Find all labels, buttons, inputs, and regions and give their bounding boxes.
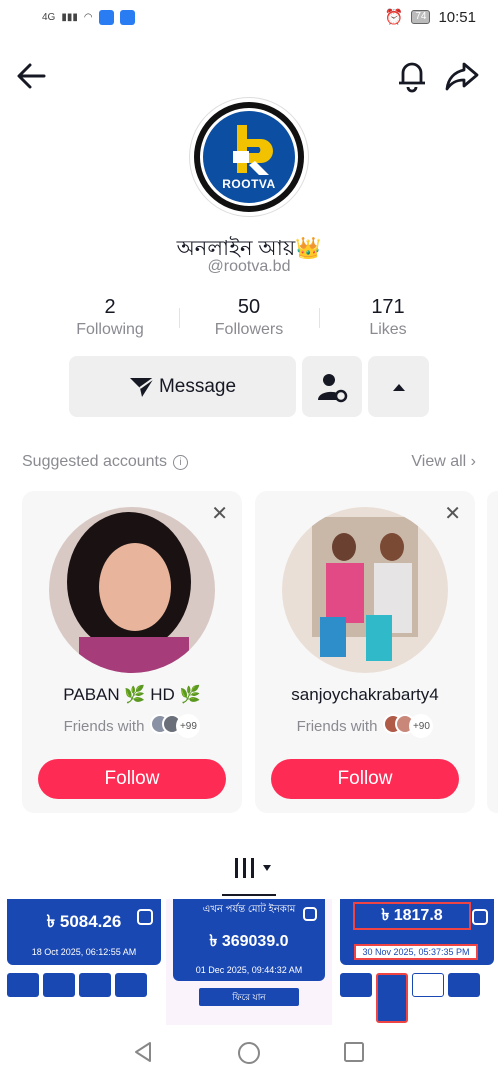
status-left: 4G ▮▮▮ ◠ <box>42 10 135 25</box>
nav-recents-icon[interactable] <box>344 1042 364 1062</box>
app-notification-icon <box>98 10 114 25</box>
dismiss-icon[interactable]: ✕ <box>211 501 228 526</box>
status-right: ⏰ 74 10:51 <box>384 8 476 27</box>
menu-tile <box>7 973 39 997</box>
balance-date: 18 Oct 2025, 06:12:55 AM <box>31 947 137 957</box>
total-income-date: 01 Dec 2025, 09:44:32 AM <box>195 965 303 975</box>
copy-icon <box>472 909 488 925</box>
logo-mark-icon <box>233 125 273 175</box>
balance-panel: ৳ 5084.26 18 Oct 2025, 06:12:55 AM <box>7 899 161 965</box>
message-button[interactable]: Message <box>69 356 296 417</box>
network-label: 4G <box>42 12 56 23</box>
suggested-name: sanjoychakrabarty4 <box>291 685 439 704</box>
app-notification-icon-2 <box>119 10 135 25</box>
mutual-avatars: +90 <box>383 714 434 738</box>
alarm-icon: ⏰ <box>384 9 404 26</box>
menu-tile <box>115 973 147 997</box>
suggested-card-partial[interactable] <box>487 491 498 813</box>
video-thumbnail[interactable]: ৳ 1817.8 30 Nov 2025, 05:37:35 PM <box>334 899 498 1025</box>
stat-value: 2 <box>104 296 116 318</box>
copy-icon <box>303 907 317 921</box>
menu-tiles <box>340 973 480 1023</box>
stat-value: 50 <box>237 296 261 318</box>
clock: 10:51 <box>438 8 476 26</box>
video-thumbnail[interactable]: ৳ 5084.26 18 Oct 2025, 06:12:55 AM <box>0 899 164 1025</box>
friends-with-label: Friends with <box>63 717 145 735</box>
chevron-right-icon: › <box>470 453 476 470</box>
mutual-count: +90 <box>409 714 434 738</box>
stat-likes[interactable]: 171 Likes <box>318 296 458 339</box>
menu-tile <box>79 973 111 997</box>
suggested-card[interactable]: ✕ sanjoychakrabarty4 Friends with +90 Fo… <box>255 491 475 813</box>
suggested-avatar[interactable] <box>49 507 215 673</box>
menu-tiles <box>7 973 147 997</box>
back-button: ফিরে যান <box>199 988 299 1006</box>
friends-with-label: Friends with <box>296 717 378 735</box>
send-icon <box>129 376 155 397</box>
message-label: Message <box>158 375 237 397</box>
profile-avatar[interactable]: ROOTVA <box>190 98 308 216</box>
logo-text: ROOTVA <box>222 177 276 191</box>
stat-label: Followers <box>214 321 284 338</box>
follow-button[interactable]: Follow <box>271 759 459 799</box>
stat-label: Likes <box>369 321 407 338</box>
back-arrow-icon[interactable] <box>14 58 50 94</box>
mutual-friends: Friends with +90 <box>255 714 475 738</box>
suggested-name: PABAN 🌿 HD 🌿 <box>63 685 201 704</box>
total-income-panel: এখন পর্যন্ত মোট ইনকাম ৳ 369039.0 01 Dec … <box>173 899 325 981</box>
grid-filter-icon <box>235 858 254 878</box>
share-icon[interactable] <box>444 58 480 94</box>
battery-indicator: 74 <box>411 10 431 24</box>
suggested-avatar[interactable] <box>282 507 448 673</box>
mutual-friends: Friends with +99 <box>22 714 242 738</box>
signal-icon: ▮▮▮ <box>61 12 78 23</box>
suggested-accounts-title: Suggested accounts i <box>22 453 188 471</box>
profile-handle: @rootva.bd <box>207 258 291 275</box>
total-income-amount: ৳ 369039.0 <box>209 933 289 950</box>
menu-tile <box>340 973 372 997</box>
view-all-label: View all <box>411 453 467 470</box>
stat-followers[interactable]: 50 Followers <box>179 296 319 339</box>
stat-value: 171 <box>371 296 405 318</box>
caret-down-icon <box>263 865 271 871</box>
mutual-avatars: +99 <box>150 714 201 738</box>
menu-tile <box>448 973 480 997</box>
bell-icon[interactable] <box>394 57 430 93</box>
user-settings-icon <box>318 373 348 402</box>
rootva-logo: ROOTVA <box>200 108 298 206</box>
stat-label: Following <box>76 321 144 338</box>
menu-tile <box>412 973 444 997</box>
videos-tab[interactable] <box>232 856 272 880</box>
info-icon[interactable]: i <box>173 454 188 470</box>
menu-tile <box>43 973 75 997</box>
wifi-icon: ◠ <box>83 12 93 23</box>
suggested-title-text: Suggested accounts <box>22 453 167 470</box>
expand-suggestions-button[interactable] <box>368 356 429 417</box>
follow-button[interactable]: Follow <box>38 759 226 799</box>
system-nav-bar <box>0 1025 498 1080</box>
dismiss-icon[interactable]: ✕ <box>444 501 461 526</box>
add-friend-settings-button[interactable] <box>302 356 362 417</box>
caret-up-icon <box>392 383 405 391</box>
mutual-count: +99 <box>176 714 201 738</box>
stat-following[interactable]: 2 Following <box>40 296 180 339</box>
nav-back-icon[interactable] <box>132 1041 154 1063</box>
video-thumbnail[interactable]: এখন পর্যন্ত মোট ইনকাম ৳ 369039.0 01 Dec … <box>166 899 332 1025</box>
copy-icon <box>137 909 153 925</box>
status-bar: 4G ▮▮▮ ◠ ⏰ 74 10:51 <box>0 0 498 40</box>
balance-amount: ৳ 1817.8 <box>353 902 471 930</box>
view-all-link[interactable]: View all › <box>411 453 476 471</box>
nav-home-icon[interactable] <box>237 1041 261 1065</box>
menu-tile-highlighted <box>376 973 408 1023</box>
balance-panel: ৳ 1817.8 30 Nov 2025, 05:37:35 PM <box>340 899 494 965</box>
balance-date: 30 Nov 2025, 05:37:35 PM <box>354 944 478 960</box>
suggested-card[interactable]: ✕ PABAN 🌿 HD 🌿 Friends with +99 Follow <box>22 491 242 813</box>
tab-indicator <box>222 894 276 896</box>
